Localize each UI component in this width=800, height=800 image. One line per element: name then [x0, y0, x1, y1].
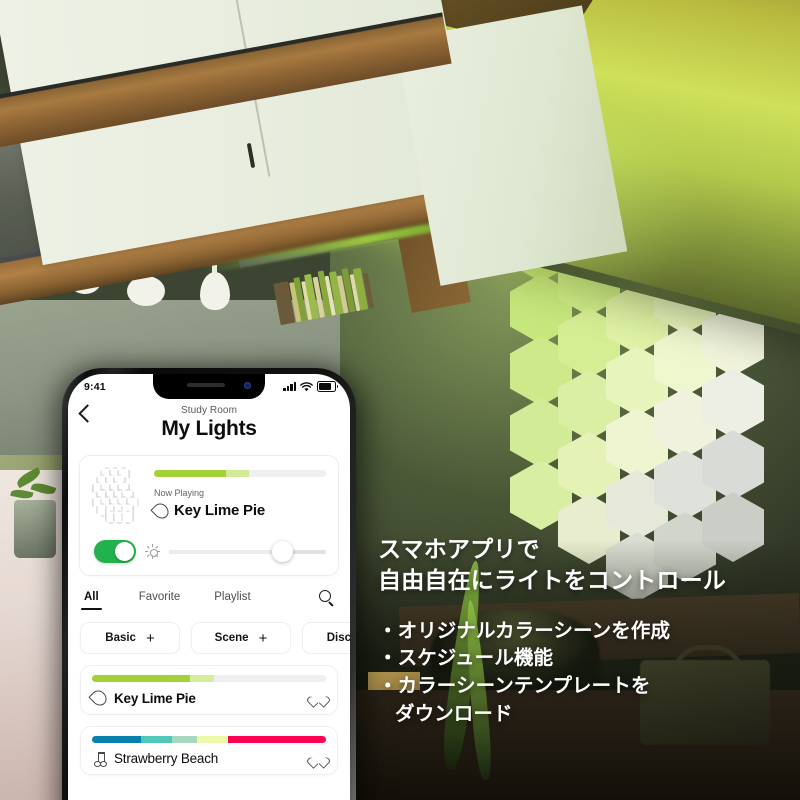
now-playing-info: Now Playing Key Lime Pie — [150, 467, 326, 525]
hex-panel-layout-icon — [92, 467, 144, 525]
chip-basic[interactable]: Basic + — [80, 622, 180, 654]
bullet-marker: ・ — [378, 675, 398, 697]
plus-icon: + — [258, 629, 268, 647]
water-drop-icon — [150, 499, 172, 522]
music-note-icon — [92, 751, 107, 767]
tab-bar: All Favorite Playlist — [68, 576, 350, 611]
bullet-text: オリジナルカラーシーンを作成 — [397, 619, 671, 642]
sun-ray — [152, 544, 154, 547]
status-bar: 9:41 — [68, 374, 350, 399]
bullet-item-2: ・ スケジュール機能 — [378, 645, 798, 673]
bullet-marker: ・ — [378, 619, 398, 642]
chip-basic-label: Basic — [105, 632, 136, 644]
room-name-label: Study Room — [180, 405, 238, 416]
scene-name-row: Key Lime Pie — [88, 687, 326, 709]
bullet-item-3: ・ カラーシーンテンプレートを — [378, 673, 798, 701]
color-stop-3 — [248, 470, 326, 477]
ceramic-vase-2 — [127, 268, 165, 306]
heart-outline-icon[interactable] — [311, 691, 326, 705]
app-header: Study Room My Lights — [68, 399, 350, 445]
color-stop-2 — [190, 675, 214, 682]
color-stop-5 — [227, 736, 326, 743]
sun-ray — [146, 545, 150, 549]
chip-discover-label: Discover — [326, 632, 350, 644]
now-playing-scene-name: Key Lime Pie — [174, 502, 265, 519]
color-stop-1 — [92, 675, 191, 682]
status-bar-time: 9:41 — [84, 380, 106, 393]
plus-icon: + — [145, 629, 155, 647]
color-stop-1 — [92, 736, 142, 743]
plant-pot — [14, 500, 56, 558]
headline-line-1: スマホアプリで — [378, 536, 540, 562]
marketing-copy: スマホアプリで 自由自在にライトをコントロール ・ オリジナルカラーシーンを作成… — [378, 534, 798, 728]
bullet-text-continued: ダウンロード — [395, 702, 513, 725]
chip-discover[interactable]: Discover › — [302, 622, 350, 654]
power-and-brightness-row — [92, 540, 326, 563]
scene-title: Strawberry Beach — [114, 751, 219, 766]
page-title: My Lights — [161, 417, 257, 440]
headline-line-2: 自由自在にライトをコントロール — [378, 566, 726, 593]
left-pale-wall-lower — [0, 600, 60, 800]
sun-ray — [157, 550, 161, 553]
headline: スマホアプリで 自由自在にライトをコントロール — [378, 534, 798, 596]
sun-ray — [146, 554, 150, 558]
status-bar-indicators — [283, 381, 339, 392]
color-stop-4 — [197, 736, 228, 743]
water-drop-icon — [88, 687, 110, 709]
color-stop-2 — [141, 736, 172, 743]
bullet-marker: ・ — [378, 647, 398, 670]
now-playing-card[interactable]: Now Playing Key Lime Pie — [79, 455, 339, 576]
chip-scene[interactable]: Scene + — [191, 622, 291, 654]
scene-name-row: Strawberry Beach — [92, 751, 326, 767]
color-stop-3 — [213, 675, 326, 682]
bullet-text: スケジュール機能 — [397, 647, 554, 670]
tab-playlist[interactable]: Playlist — [214, 591, 250, 610]
feature-bullet-list: ・ オリジナルカラーシーンを作成 ・ スケジュール機能 ・ カラーシーンテンプレ… — [378, 618, 798, 729]
wifi-icon — [300, 381, 313, 391]
scene-row-strawberry-beach[interactable]: Strawberry Beach — [80, 726, 338, 775]
ceramic-vase-3 — [200, 230, 230, 310]
cellular-signal-icon — [283, 382, 296, 391]
heart-outline-icon[interactable] — [311, 752, 326, 766]
brightness-slider[interactable] — [169, 541, 326, 562]
phone-screen: 9:41 Study Room My Lights Now Playing Ke… — [68, 374, 350, 800]
smartphone-mockup: 9:41 Study Room My Lights Now Playing Ke… — [62, 368, 356, 800]
chip-scene-label: Scene — [214, 632, 249, 644]
scene-title: Key Lime Pie — [114, 690, 196, 706]
sun-ray — [155, 545, 159, 549]
tab-favorite[interactable]: Favorite — [139, 591, 181, 610]
scene-row-key-lime-pie[interactable]: Key Lime Pie — [80, 665, 338, 715]
brightness-sun-icon — [145, 544, 161, 559]
color-stop-1 — [154, 470, 227, 477]
sun-ray — [155, 554, 159, 558]
color-stop-2 — [226, 470, 249, 477]
category-chip-row: Basic + Scene + Discover › — [68, 611, 350, 654]
sun-ray — [152, 556, 154, 559]
scene-color-bar — [92, 736, 326, 743]
battery-full-icon — [317, 381, 339, 392]
bullet-item-3-continuation: ダウンロード — [378, 701, 798, 729]
bullet-text: カラーシーンテンプレートを — [397, 675, 651, 697]
power-toggle[interactable] — [94, 540, 136, 563]
now-playing-scene-name-row: Key Lime Pie — [150, 499, 326, 522]
color-stop-3 — [171, 736, 198, 743]
sun-ray — [145, 550, 148, 553]
promo-image: 9:41 Study Room My Lights Now Playing Ke… — [0, 0, 800, 800]
search-icon[interactable] — [319, 590, 334, 607]
scene-color-bar — [92, 675, 326, 682]
now-playing-label: Now Playing — [154, 488, 205, 498]
tab-all[interactable]: All — [81, 591, 102, 611]
now-playing-color-bar — [154, 470, 326, 477]
bullet-item-1: ・ オリジナルカラーシーンを作成 — [378, 618, 798, 646]
now-playing-top: Now Playing Key Lime Pie — [92, 467, 326, 525]
